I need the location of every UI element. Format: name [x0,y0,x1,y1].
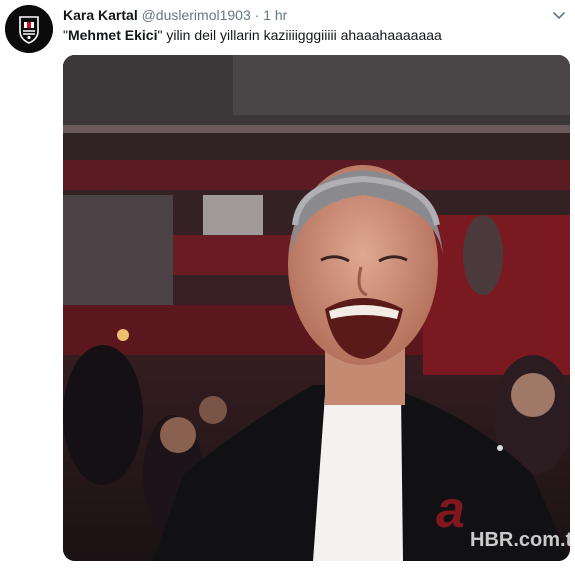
tweet-text-rest: " yilin deil yillarin kaziiiigggiiiii ah… [157,27,442,43]
photo-laughing-man [63,55,570,561]
avatar[interactable] [5,5,53,53]
tweet[interactable]: Kara Kartal @duslerimol1903 · 1 hr "Mehm… [0,0,575,569]
separator-dot: · [254,7,260,23]
tweet-text: "Mehmet Ekici" yilin deil yillarin kazii… [63,25,565,45]
watermark: a HBR.com.tr [436,484,575,555]
tweet-text-bold: Mehmet Ekici [67,27,158,43]
display-name[interactable]: Kara Kartal [63,7,138,23]
tweet-photo[interactable] [63,55,570,561]
watermark-text: HBR.com.tr [470,529,575,551]
besiktas-crest-icon [5,5,53,53]
tweet-header: Kara Kartal @duslerimol1903 · 1 hr [63,5,575,25]
hbr-a-logo: a [436,481,465,539]
chevron-down-icon[interactable] [553,8,565,19]
timestamp[interactable]: 1 hr [263,7,287,23]
user-handle[interactable]: @duslerimol1903 [142,7,251,23]
